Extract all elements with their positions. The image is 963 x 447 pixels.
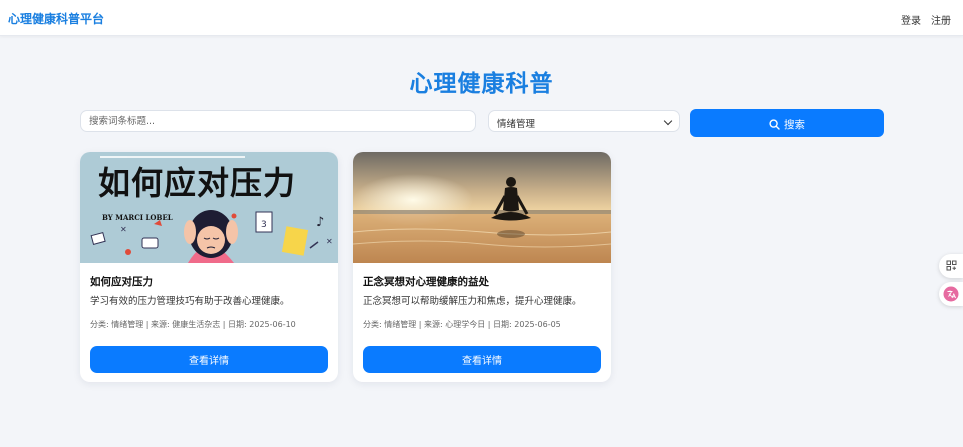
article-image-meditation — [353, 152, 611, 263]
article-meta: 分类: 情绪管理 | 来源: 健康生活杂志 | 日期: 2025-06-10 — [90, 320, 296, 329]
view-details-button[interactable]: 查看详情 — [90, 346, 328, 373]
article-card: 正念冥想对心理健康的益处 正念冥想可以帮助缓解压力和焦虑，提升心理健康。 分类:… — [353, 152, 611, 382]
image-headline-text: 如何应对压力 — [98, 164, 296, 202]
category-select-value: 情绪管理 — [497, 119, 536, 130]
article-title[interactable]: 如何应对压力 — [90, 274, 153, 289]
article-description: 正念冥想可以帮助缓解压力和焦虑，提升心理健康。 — [363, 296, 582, 307]
translate-icon — [943, 286, 959, 302]
svg-text:✕: ✕ — [326, 237, 333, 246]
article-card: 如何应对压力 BY MARCI LOBEL 3 ♪ ✕ ✕ 如何应对压力 学习有… — [80, 152, 338, 382]
category-select[interactable]: 情绪管理 — [488, 110, 680, 132]
top-navbar: 心理健康科普平台 登录 注册 — [0, 0, 963, 36]
search-button-label: 搜索 — [784, 119, 805, 131]
image-byline-text: BY MARCI LOBEL — [102, 213, 173, 222]
apps-grid-icon — [946, 260, 957, 271]
article-image-stress: 如何应对压力 BY MARCI LOBEL 3 ♪ ✕ ✕ — [80, 152, 338, 263]
brand-logo[interactable]: 心理健康科普平台 — [8, 10, 104, 27]
search-button[interactable]: 搜索 — [690, 109, 884, 137]
svg-text:3: 3 — [261, 220, 267, 230]
svg-text:♪: ♪ — [316, 215, 324, 230]
svg-text:✕: ✕ — [120, 225, 127, 234]
register-link[interactable]: 注册 — [931, 12, 951, 27]
page-title: 心理健康科普 — [409, 71, 554, 97]
article-meta: 分类: 情绪管理 | 来源: 心理学今日 | 日期: 2025-06-05 — [363, 320, 561, 329]
translate-button[interactable] — [939, 282, 963, 306]
search-icon — [769, 119, 780, 130]
search-input[interactable] — [80, 110, 476, 132]
article-title[interactable]: 正念冥想对心理健康的益处 — [363, 274, 489, 289]
view-details-button[interactable]: 查看详情 — [363, 346, 601, 373]
apps-grid-button[interactable] — [939, 254, 963, 278]
login-link[interactable]: 登录 — [901, 12, 921, 27]
chevron-down-icon — [663, 116, 673, 126]
article-description: 学习有效的压力管理技巧有助于改善心理健康。 — [90, 296, 290, 307]
